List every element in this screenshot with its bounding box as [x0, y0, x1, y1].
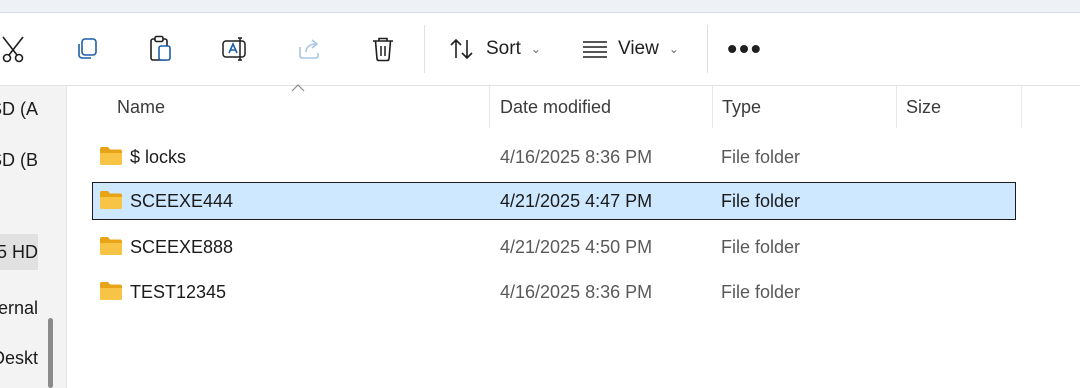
navigation-pane: SD (A SD (B .5 HD ernal Deskt: [0, 86, 67, 388]
sort-icon: [450, 38, 473, 60]
toolbar-separator: [707, 25, 708, 73]
column-header-label: Type: [722, 97, 762, 117]
sort-button[interactable]: Sort ⌄: [448, 27, 541, 71]
sidebar-item-drive-a[interactable]: SD (A: [0, 91, 38, 127]
column-header-label: Size: [906, 97, 942, 117]
sidebar-item-label: Deskt: [0, 348, 38, 368]
cut-icon: [2, 36, 24, 63]
file-date-modified: 4/21/2025 4:50 PM: [500, 237, 653, 257]
file-type: File folder: [721, 191, 801, 211]
column-header-type[interactable]: Type: [713, 86, 897, 128]
folder-icon: [100, 191, 122, 209]
rename-icon: [222, 37, 246, 61]
paste-button[interactable]: [146, 27, 176, 71]
column-header-name[interactable]: Name: [92, 86, 490, 128]
delete-button[interactable]: [370, 27, 396, 71]
more-options-icon: •••: [727, 33, 763, 64]
column-header-label: Name: [117, 97, 166, 117]
see-more-button[interactable]: •••: [727, 27, 763, 71]
sidebar-item-label: SD (B: [0, 150, 38, 170]
sidebar-item-label: ernal: [0, 298, 38, 318]
file-date-modified: 4/21/2025 4:47 PM: [500, 191, 653, 211]
file-row[interactable]: $ locks 4/16/2025 8:36 PM File folder: [92, 138, 1016, 176]
copy-icon: [78, 38, 97, 59]
command-bar: Sort ⌄ View ⌄ •••: [0, 13, 1080, 86]
view-lines-icon: [583, 41, 607, 58]
sort-label: Sort: [486, 38, 521, 59]
column-header-size[interactable]: Size: [897, 86, 1022, 128]
file-row[interactable]: SCEEXE888 4/21/2025 4:50 PM File folder: [92, 228, 1016, 266]
cut-button[interactable]: [0, 27, 26, 71]
toolbar-separator: [424, 25, 425, 73]
file-type: File folder: [721, 282, 801, 302]
sidebar-item-desktop[interactable]: Deskt: [0, 340, 38, 376]
sidebar-item-label: SD (A: [0, 99, 38, 119]
file-row-selected[interactable]: SCEEXE444 4/21/2025 4:47 PM File folder: [92, 182, 1016, 220]
rename-button[interactable]: [220, 27, 250, 71]
file-name: TEST12345: [130, 282, 227, 302]
column-header-date[interactable]: Date modified: [491, 86, 713, 128]
sidebar-item-drive-b[interactable]: SD (B: [0, 142, 38, 178]
view-label: View: [618, 38, 659, 59]
paste-icon: [150, 35, 171, 61]
window-top-strip: [0, 0, 1080, 13]
file-name: SCEEXE444: [130, 191, 234, 211]
chevron-down-icon: ⌄: [668, 42, 679, 56]
copy-button[interactable]: [72, 27, 102, 71]
column-header-label: Date modified: [500, 97, 612, 117]
file-type: File folder: [721, 237, 801, 257]
sidebar-item-hdd[interactable]: .5 HD: [0, 234, 38, 270]
file-row[interactable]: TEST12345 4/16/2025 8:36 PM File folder: [92, 273, 1016, 311]
file-date-modified: 4/16/2025 8:36 PM: [500, 147, 653, 167]
file-type: File folder: [721, 147, 801, 167]
file-name: $ locks: [130, 147, 187, 167]
folder-icon: [100, 147, 122, 165]
share-icon: [299, 39, 319, 59]
chevron-down-icon: ⌄: [530, 42, 541, 56]
sidebar-item-label: .5 HD: [0, 242, 38, 262]
file-name: SCEEXE888: [130, 237, 234, 257]
sidebar-item-external[interactable]: ernal: [0, 290, 38, 326]
folder-icon: [100, 237, 122, 255]
sidebar-scrollbar[interactable]: [48, 318, 53, 388]
file-date-modified: 4/16/2025 8:36 PM: [500, 282, 653, 302]
delete-icon: [373, 37, 393, 62]
view-button[interactable]: View ⌄: [582, 27, 679, 71]
folder-icon: [100, 282, 122, 300]
share-button[interactable]: [296, 27, 324, 71]
